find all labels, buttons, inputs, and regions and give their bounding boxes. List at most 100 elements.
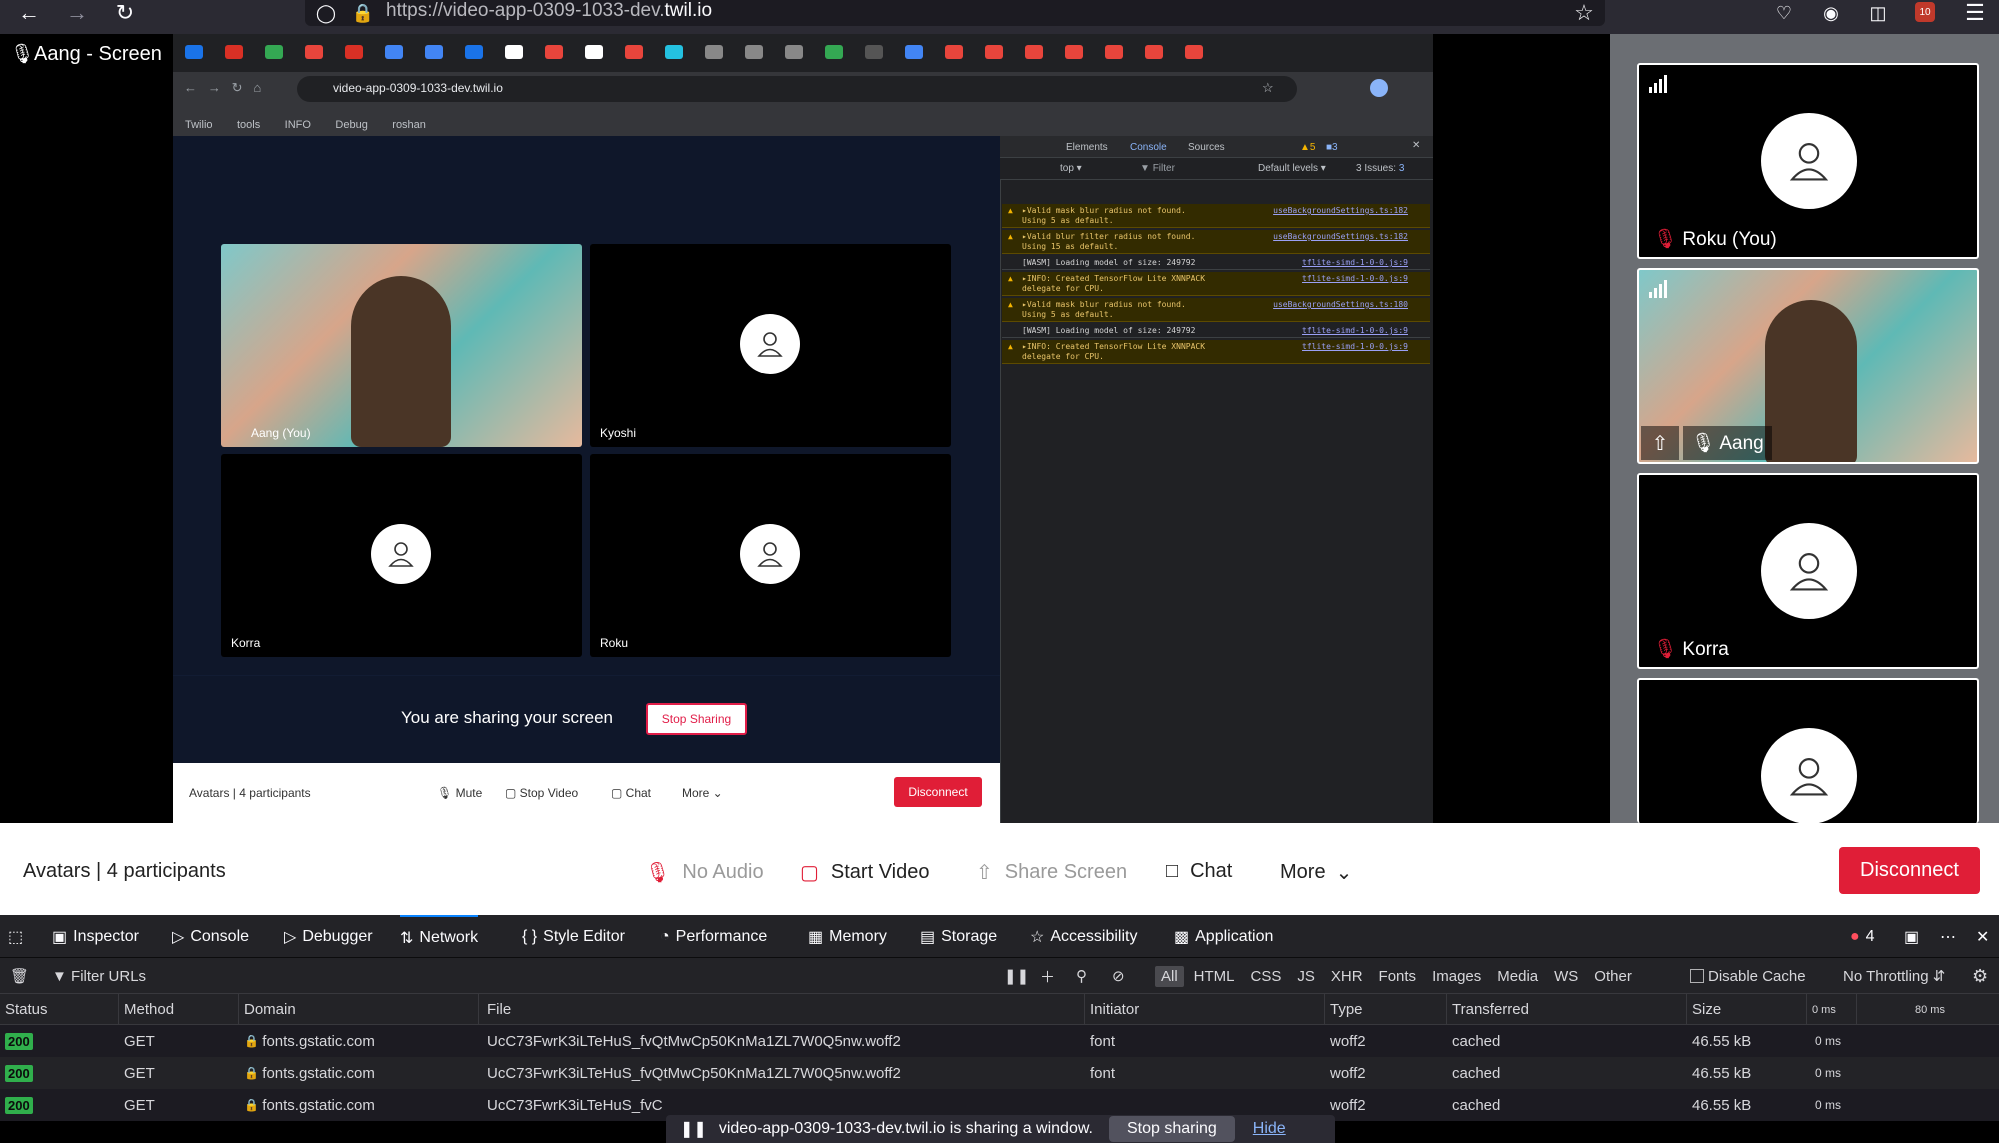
extensions-icon[interactable]: ◫ <box>1864 0 1892 26</box>
disconnect-button[interactable]: Disconnect <box>1839 847 1980 894</box>
col-file[interactable]: File <box>482 994 1085 1025</box>
type-filter-css[interactable]: CSS <box>1245 966 1288 987</box>
add-icon[interactable]: ＋ <box>1040 958 1055 994</box>
throttling-select[interactable]: No Throttling ⇵ <box>1843 958 1945 994</box>
inner-profile-icon[interactable] <box>1370 79 1388 97</box>
inner-more-button[interactable]: More ⌄ <box>682 786 723 800</box>
type-filter-xhr[interactable]: XHR <box>1325 966 1369 987</box>
type-filter-all[interactable]: All <box>1155 965 1184 987</box>
tab-network[interactable]: ⇅ Network <box>400 915 479 958</box>
tab-application[interactable]: ▩ Application <box>1174 915 1273 958</box>
console-log-source[interactable]: tflite-simd-1-0-0.js:9 <box>1302 274 1408 284</box>
context-select[interactable]: top ▾ <box>1060 163 1082 174</box>
pause-icon[interactable]: ❚❚ <box>1004 958 1029 994</box>
stop-sharing-window-button[interactable]: Stop sharing <box>1108 1116 1235 1142</box>
col-type[interactable]: Type <box>1325 994 1447 1025</box>
account-icon[interactable]: ◉ <box>1817 0 1845 26</box>
console-log-source[interactable]: useBackgroundSettings.ts:182 <box>1273 232 1408 242</box>
stop-sharing-button[interactable]: Stop Sharing <box>646 703 747 735</box>
tab-ff-console[interactable]: ▷ Console <box>172 915 249 958</box>
tab-storage[interactable]: ▤ Storage <box>920 915 997 958</box>
bookmark-twilio[interactable]: Twilio <box>185 119 213 131</box>
inner-star-icon[interactable]: ☆ <box>1262 80 1274 96</box>
gear-icon[interactable]: ⚙ <box>1972 958 1988 994</box>
no-audio-button[interactable]: 🎙 No Audio <box>645 860 764 885</box>
inner-disconnect-button[interactable]: Disconnect <box>894 777 982 807</box>
shield-icon[interactable]: ◯ <box>313 0 339 26</box>
tab-accessibility[interactable]: ☆ Accessibility <box>1030 915 1137 958</box>
ublock-icon[interactable]: 10 <box>1915 2 1935 22</box>
type-filter-images[interactable]: Images <box>1426 966 1487 987</box>
inner-back-icon[interactable]: ← → ↻ ⌂ <box>184 80 261 96</box>
filter-urls-input[interactable]: ▼ Filter URLs <box>52 958 146 994</box>
back-icon[interactable]: ← <box>14 0 44 26</box>
hide-notice-link[interactable]: Hide <box>1253 1120 1286 1138</box>
col-transferred[interactable]: Transferred <box>1447 994 1687 1025</box>
devtools-options-icon[interactable]: ⋯ <box>1940 915 1956 958</box>
devtools-close-icon[interactable]: ✕ <box>1412 140 1420 151</box>
col-status[interactable]: Status <box>0 994 119 1025</box>
col-initiator[interactable]: Initiator <box>1085 994 1325 1025</box>
cell-status-value: 200 <box>5 1064 33 1082</box>
search-icon[interactable]: ⚲ <box>1076 958 1087 994</box>
chat-button[interactable]: □ Chat <box>1166 860 1232 883</box>
tab-memory[interactable]: ▦ Memory <box>808 915 887 958</box>
tab-console[interactable]: Console <box>1130 142 1167 153</box>
participant-count: 4 participants <box>106 860 226 882</box>
issues-count[interactable]: 3 Issues: 3 <box>1356 163 1404 174</box>
error-count[interactable]: ● 4 <box>1850 915 1875 958</box>
inner-mute-button[interactable]: 🎙 Mute <box>437 786 482 800</box>
inner-tab-strip[interactable] <box>173 38 1433 66</box>
table-row[interactable]: 200 GET 🔒 fonts.gstatic.com UcC73FwrK3iLTeH… <box>0 1057 1999 1089</box>
levels-select[interactable]: Default levels ▾ <box>1258 163 1326 174</box>
tab-sources[interactable]: Sources <box>1188 142 1225 153</box>
more-button[interactable]: More ⌄ <box>1280 860 1352 885</box>
start-video-button[interactable]: ▢ Start Video <box>800 860 930 885</box>
tab-style-editor[interactable]: { } Style Editor <box>522 915 625 958</box>
console-log-source[interactable]: useBackgroundSettings.ts:182 <box>1273 206 1408 216</box>
type-filter-other[interactable]: Other <box>1588 966 1638 987</box>
col-method[interactable]: Method <box>119 994 239 1025</box>
disable-cache-checkbox[interactable]: Disable Cache <box>1690 958 1806 994</box>
tab-performance[interactable]: ◔ Performance <box>660 915 767 958</box>
bookmark-debug[interactable]: Debug <box>335 119 367 131</box>
devtools-close-icon[interactable]: ✕ <box>1976 915 1989 958</box>
mic-off-icon: 🎙 <box>645 862 671 884</box>
inner-stop-video-button[interactable]: ▢ Stop Video <box>505 786 578 800</box>
inner-chat-button[interactable]: ▢ Chat <box>611 786 651 800</box>
responsive-mode-icon[interactable]: ▣ <box>1904 915 1919 958</box>
element-picker-icon[interactable]: ⬚ <box>8 915 23 958</box>
lock-icon[interactable]: 🔒 <box>350 0 376 26</box>
console-filter-input[interactable]: ▼ Filter <box>1140 163 1175 174</box>
type-filter-ws[interactable]: WS <box>1548 966 1584 987</box>
bookmark-roshan[interactable]: roshan <box>392 119 426 131</box>
bookmark-tools[interactable]: tools <box>237 119 260 131</box>
bookmark-star-icon[interactable]: ☆ <box>1570 0 1598 26</box>
type-filter-js[interactable]: JS <box>1291 966 1321 987</box>
url-text[interactable]: https://video-app-0309-1033-dev.twil.io <box>386 0 712 22</box>
strip-tile-korra: 🎙 Korra <box>1637 473 1979 669</box>
console-log-source[interactable]: tflite-simd-1-0-0.js:9 <box>1302 342 1408 352</box>
pocket-icon[interactable]: ♡ <box>1770 0 1798 26</box>
console-log-source[interactable]: tflite-simd-1-0-0.js:9 <box>1302 258 1408 268</box>
table-row[interactable]: 200 GET 🔒 fonts.gstatic.com UcC73FwrK3iLTeH… <box>0 1025 1999 1057</box>
inner-url[interactable]: video-app-0309-1033-dev.twil.io <box>333 81 503 95</box>
type-filter-fonts[interactable]: Fonts <box>1373 966 1423 987</box>
type-filter-media[interactable]: Media <box>1491 966 1544 987</box>
reload-icon[interactable]: ↻ <box>110 0 140 26</box>
tab-debugger[interactable]: ▷ Debugger <box>284 915 373 958</box>
col-domain[interactable]: Domain <box>239 994 479 1025</box>
tab-inspector[interactable]: ▣ Inspector <box>52 915 139 958</box>
trash-icon[interactable]: 🗑 <box>10 958 29 994</box>
cell-initiator: font <box>1085 1057 1115 1089</box>
col-size[interactable]: Size <box>1687 994 1807 1025</box>
console-log-source[interactable]: useBackgroundSettings.ts:180 <box>1273 300 1408 310</box>
share-screen-button[interactable]: ⇧ Share Screen <box>976 860 1127 885</box>
tab-elements[interactable]: Elements <box>1066 142 1108 153</box>
bookmark-info[interactable]: INFO <box>285 119 311 131</box>
block-icon[interactable]: ⊘ <box>1112 958 1125 994</box>
forward-icon[interactable]: → <box>62 0 92 26</box>
type-filter-html[interactable]: HTML <box>1188 966 1241 987</box>
console-log-source[interactable]: tflite-simd-1-0-0.js:9 <box>1302 326 1408 336</box>
menu-icon[interactable]: ☰ <box>1960 0 1990 26</box>
